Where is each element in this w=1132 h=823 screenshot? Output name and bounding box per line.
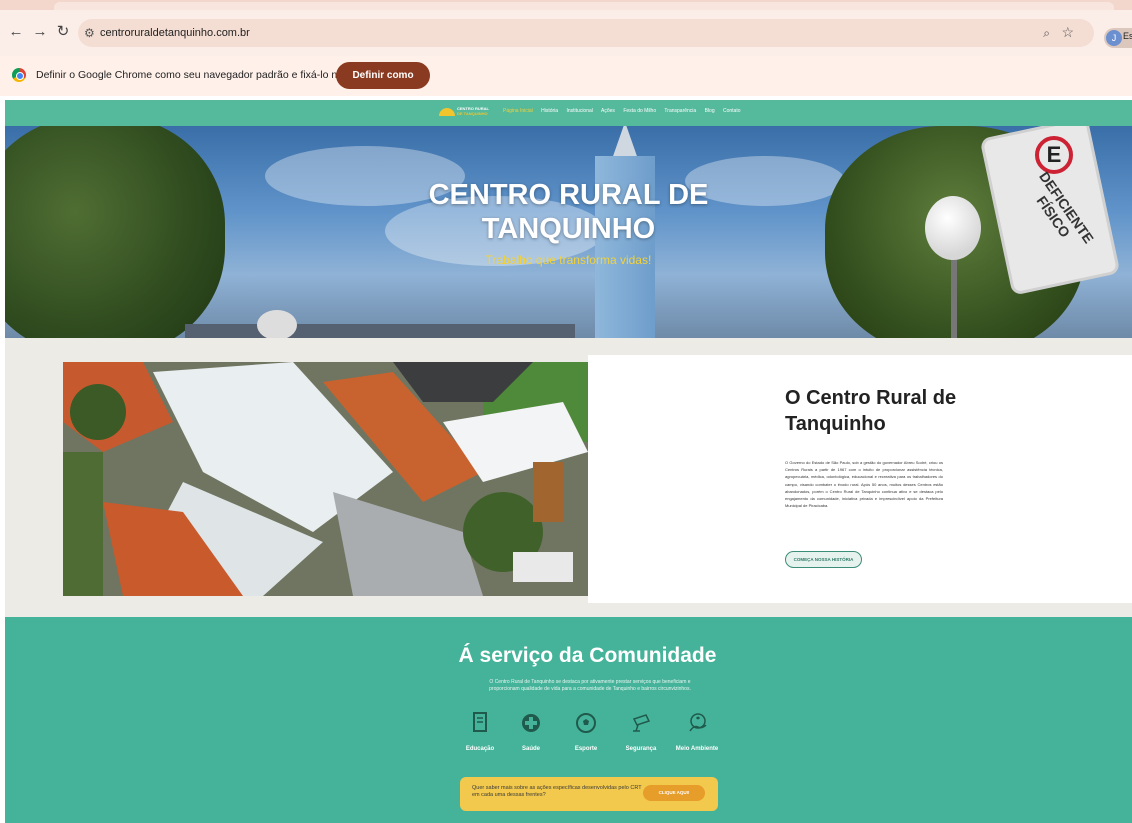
aerial-photo [63,362,588,596]
avatar: J [1106,30,1122,46]
service-title: Á serviço da Comunidade [458,644,717,667]
click-here-button[interactable]: CLIQUE AQUI! [643,785,705,801]
hero-title-line-1: CENTRO RURAL DE [428,179,709,211]
browser-toolbar: ← → ↻ ⚙ centroruraldetanquinho.com.br ⌕ … [0,10,1132,56]
nav-item-contato[interactable]: Contato [723,108,741,114]
service-item-seguranca[interactable]: Segurança [611,711,671,752]
service-item-saude[interactable]: Saúde [501,711,561,752]
nav-item-institucional[interactable]: Institucional [566,108,592,114]
bookmark-star-icon[interactable]: ☆ [1061,23,1074,41]
aerial-photo-illustration [63,362,588,596]
set-default-button[interactable]: Definir como padrão [336,62,430,108]
forward-icon[interactable]: → [30,22,50,42]
nav-item-blog[interactable]: Blog [705,108,715,114]
roofline [185,324,575,338]
security-camera-icon [632,714,651,732]
environment-icon [689,713,707,732]
site-logo[interactable]: CENTRO RURAL DE TANQUINHO [439,106,491,120]
site-settings-icon[interactable]: ⚙ [84,24,95,42]
logo-line-2: DE TANQUINHO [457,111,488,116]
hero-banner: E DEFICIENTE FÍSICO CENTRO RURAL DE TANQ… [5,126,1132,338]
about-card: O Centro Rural de Tanquinho O Governo do… [588,355,1132,603]
service-label: Segurança [625,746,657,752]
service-label: Esporte [574,746,598,752]
roof-dome [257,310,297,338]
hero-title-line-2: TANQUINHO [481,213,656,245]
book-icon [473,712,487,732]
logo-text: CENTRO RURAL DE TANQUINHO [457,106,493,116]
nav-item-transparencia[interactable]: Transparência [664,108,696,114]
service-description: O Centro Rural de Tanquinho se destaca p… [489,679,691,692]
sun-logo-icon [439,108,455,116]
nav-links: Página Inicial História Institucional Aç… [503,108,748,114]
cta-text: Quer saber mais sobre as ações específic… [472,785,642,798]
nav-item-historia[interactable]: História [541,108,558,114]
default-browser-infobar: Definir o Google Chrome como seu navegad… [0,56,1132,108]
tab-strip [0,0,1132,10]
nav-item-pagina-inicial[interactable]: Página Inicial [503,108,533,114]
service-item-esporte[interactable]: Esporte [556,711,616,752]
parking-sign-letter: E [1035,136,1073,174]
soccer-ball-icon [576,713,596,733]
lamp-post [951,256,957,338]
zoom-icon[interactable]: ⌕ [1043,24,1050,42]
health-icon [522,714,540,732]
reload-icon[interactable]: ↻ [53,22,73,42]
about-title: O Centro Rural de Tanquinho [785,387,957,435]
about-text: O Governo do Estado de São Paulo, sob a … [785,460,943,509]
active-tab[interactable] [54,2,1114,10]
service-section: Á serviço da Comunidade O Centro Rural d… [5,617,1132,823]
profile-button[interactable]: J Es [1104,28,1132,48]
history-button[interactable]: COMEÇA NOSSA HISTÓRIA [785,551,862,568]
chrome-logo-icon [12,68,26,82]
back-icon[interactable]: ← [6,22,26,42]
site-navbar: CENTRO RURAL DE TANQUINHO Página Inicial… [5,100,1132,126]
hero-subtitle: Trabalho que transforma vidas! [485,253,652,267]
profile-label: Es [1123,31,1132,41]
hero-title: CENTRO RURAL DE TANQUINHO [5,178,1132,246]
address-bar[interactable]: ⚙ centroruraldetanquinho.com.br ⌕ ☆ [78,19,1094,47]
url-text[interactable]: centroruraldetanquinho.com.br [100,24,250,42]
nav-item-festa-do-milho[interactable]: Festa do Milho [623,108,656,114]
service-label: Meio Ambiente [675,746,719,752]
nav-item-acoes[interactable]: Ações [601,108,615,114]
cta-banner: Quer saber mais sobre as ações específic… [460,777,718,811]
service-label: Saúde [521,746,540,752]
service-item-meio-ambiente[interactable]: Meio Ambiente [667,711,727,752]
